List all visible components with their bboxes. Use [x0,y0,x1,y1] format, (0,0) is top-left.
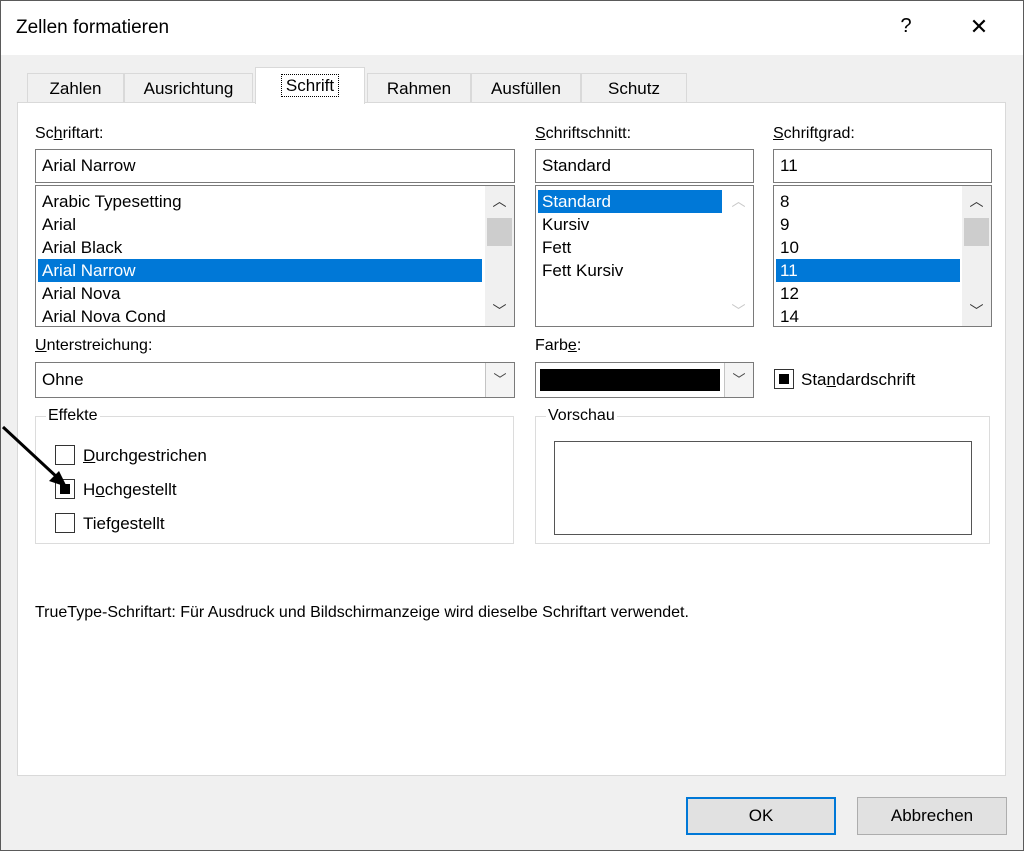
chevron-down-icon[interactable]: ﹀ [724,363,753,397]
size-list[interactable]: 8 9 10 11 12 14 ︿ ﹀ [773,185,992,327]
color-label: Farbe: [535,337,582,354]
style-scrollbar: ︿ ﹀ [724,186,753,326]
size-label: Schriftgrad: [773,125,855,142]
effects-group: Effekte Durchgestrichen Hochgestellt Tie… [35,407,514,544]
tab-schrift-label: Schrift [280,74,340,97]
tab-schutz[interactable]: Schutz [581,73,687,103]
ok-button[interactable]: OK [686,797,836,835]
close-button[interactable]: ✕ [959,14,999,40]
list-item[interactable]: 14 [776,305,960,326]
font-list[interactable]: Arabic Typesetting Arial Arial Black Ari… [35,185,515,327]
list-item[interactable]: 12 [776,282,960,305]
help-button[interactable]: ? [894,15,918,38]
tab-rahmen[interactable]: Rahmen [367,73,471,103]
underline-dropdown[interactable]: Ohne ﹀ [35,362,515,398]
font-label: Schriftart: [35,125,104,142]
format-cells-dialog: Zellen formatieren ? ✕ Zahlen Ausrichtun… [0,0,1024,851]
chevron-down-icon[interactable]: ﹀ [485,363,514,397]
underline-value: Ohne [42,370,84,389]
tab-bar: Zahlen Ausrichtung Schrift Rahmen Ausfül… [17,67,1007,104]
list-item-selected[interactable]: Standard [538,190,722,213]
preview-group: Vorschau [535,407,990,544]
tab-schrift[interactable]: Schrift [255,67,365,104]
list-item[interactable]: Fett Kursiv [538,259,722,282]
style-list[interactable]: Standard Kursiv Fett Fett Kursiv ︿ ﹀ [535,185,754,327]
list-item-selected[interactable]: Arial Narrow [38,259,482,282]
size-input[interactable]: 11 [773,149,992,183]
standard-font-label: Standardschrift [801,370,916,389]
font-tab-panel: Schriftart: Arial Narrow Arabic Typesett… [17,102,1006,776]
chevron-up-icon[interactable]: ︿ [962,190,991,213]
tab-ausrichtung[interactable]: Ausrichtung [124,73,253,103]
scroll-thumb[interactable] [487,218,512,246]
list-item[interactable]: 8 [776,190,960,213]
preview-box [554,441,972,535]
list-item[interactable]: Arial Nova Cond [38,305,482,326]
cancel-button[interactable]: Abbrechen [857,797,1007,835]
standard-font-checkbox[interactable] [774,369,794,389]
color-swatch [540,369,720,391]
list-item-selected[interactable]: 11 [776,259,960,282]
title-bar: Zellen formatieren ? ✕ [1,1,1023,55]
chevron-down-icon[interactable]: ﹀ [962,300,991,323]
list-item[interactable]: Arial Black [38,236,482,259]
chevron-up-icon: ︿ [731,193,746,209]
list-item[interactable]: Arabic Typesetting [38,190,482,213]
scroll-thumb[interactable] [964,218,989,246]
superscript-label: Hochgestellt [83,480,177,499]
dialog-title: Zellen formatieren [16,17,170,38]
list-item[interactable]: Kursiv [538,213,722,236]
list-item[interactable]: Fett [538,236,722,259]
color-dropdown[interactable]: ﹀ [535,362,754,398]
tab-ausfuellen[interactable]: Ausfüllen [471,73,581,103]
style-input[interactable]: Standard [535,149,754,183]
style-label: Schriftschnitt: [535,125,632,142]
subscript-label: Tiefgestellt [83,514,165,533]
subscript-checkbox[interactable] [55,513,75,533]
font-input[interactable]: Arial Narrow [35,149,515,183]
font-scrollbar[interactable]: ︿ ﹀ [485,186,514,326]
preview-title: Vorschau [546,407,617,425]
chevron-up-icon[interactable]: ︿ [485,190,514,213]
chevron-down-icon: ﹀ [731,303,746,319]
strikethrough-label: Durchgestrichen [83,446,207,465]
underline-label: Unterstreichung: [35,337,153,354]
size-scrollbar[interactable]: ︿ ﹀ [962,186,991,326]
list-item[interactable]: Arial [38,213,482,236]
list-item[interactable]: 10 [776,236,960,259]
chevron-down-icon[interactable]: ﹀ [485,300,514,323]
list-item[interactable]: Arial Nova [38,282,482,305]
font-info-text: TrueType-Schriftart: Für Ausdruck und Bi… [35,604,689,621]
list-item[interactable]: 9 [776,213,960,236]
tab-zahlen[interactable]: Zahlen [27,73,124,103]
annotation-arrow-icon [1,425,67,487]
